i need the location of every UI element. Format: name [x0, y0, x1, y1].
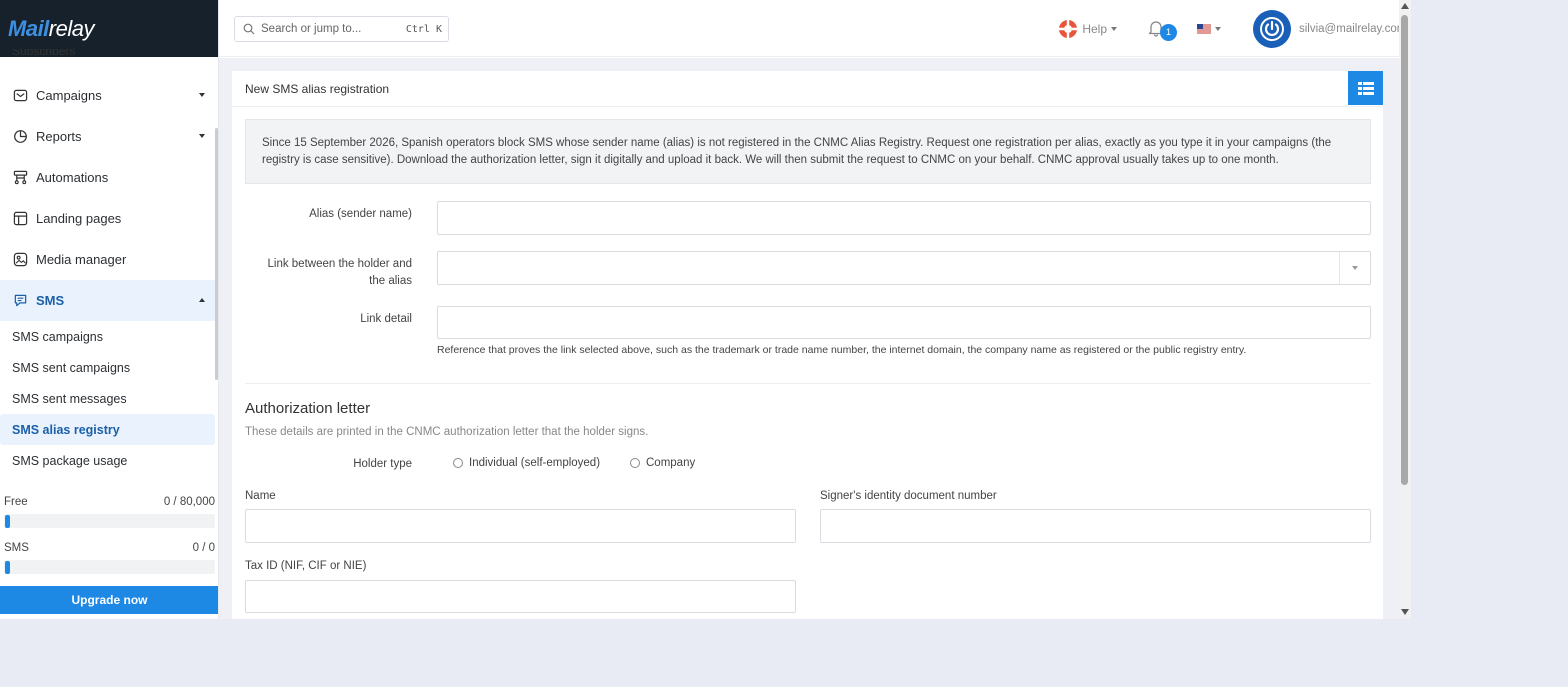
- scrollbar-thumb[interactable]: [1401, 15, 1408, 485]
- pie-chart-icon: [12, 129, 28, 145]
- registry-notice: Since 15 September 2026, Spanish operato…: [245, 119, 1371, 184]
- list-icon: [1357, 81, 1374, 95]
- mailrelay-logo[interactable]: Mailrelay: [8, 16, 94, 42]
- sidebar-item-subscribers-clipped[interactable]: Subscribers: [12, 49, 75, 61]
- sidebar-scrollbar[interactable]: [215, 128, 218, 380]
- upgrade-now-button[interactable]: Upgrade now: [0, 586, 218, 614]
- name-label: Name: [245, 490, 276, 502]
- sidebar-item-campaigns[interactable]: Campaigns: [0, 75, 218, 116]
- page-scrollbar[interactable]: [1399, 0, 1411, 619]
- scroll-down-arrow-icon[interactable]: [1401, 609, 1409, 615]
- topbar-actions: Help 1 silvia@mailrelay.com: [1058, 10, 1399, 48]
- search-shortcut: Ctrl K: [405, 23, 442, 35]
- authorization-letter-title: Authorization letter: [245, 400, 371, 417]
- quota-sms: SMS 0 / 0: [0, 542, 218, 574]
- sidebar-subitem-sms-campaigns[interactable]: SMS campaigns: [0, 321, 218, 352]
- us-flag-icon: [1197, 24, 1211, 34]
- chat-icon: [12, 293, 28, 309]
- list-view-button[interactable]: [1348, 71, 1383, 105]
- quota-progress-bar: [4, 560, 215, 574]
- radio-circle: [453, 458, 463, 468]
- sidebar-subitem-sms-sent-campaigns[interactable]: SMS sent campaigns: [0, 352, 218, 383]
- quota-progress-bar: [4, 514, 215, 528]
- image-icon: [12, 252, 28, 268]
- page-title: New SMS alias registration: [232, 71, 1383, 107]
- chevron-down-icon: [1339, 252, 1370, 284]
- signer-id-label: Signer's identity document number: [820, 490, 997, 502]
- lifebuoy-icon: [1058, 19, 1078, 39]
- link-detail-input[interactable]: [437, 306, 1371, 339]
- avatar[interactable]: [1253, 10, 1291, 48]
- power-icon: [1258, 15, 1286, 43]
- scroll-up-arrow-icon[interactable]: [1401, 3, 1409, 9]
- alias-label: Alias (sender name): [309, 208, 412, 220]
- language-selector[interactable]: [1197, 24, 1221, 34]
- link-detail-hint: Reference that proves the link selected …: [437, 344, 1247, 356]
- sidebar-nav: Campaigns Reports Automations Landing pa…: [0, 75, 218, 476]
- sidebar-item-reports[interactable]: Reports: [0, 116, 218, 157]
- tax-id-label: Tax ID (NIF, CIF or NIE): [245, 560, 367, 572]
- radio-circle: [630, 458, 640, 468]
- search-icon: [243, 23, 255, 35]
- chevron-down-icon: [199, 134, 205, 138]
- quota-free: Free 0 / 80,000: [0, 496, 218, 528]
- holder-type-label: Holder type: [353, 458, 412, 470]
- link-select[interactable]: [437, 251, 1371, 285]
- sidebar-item-automations[interactable]: Automations: [0, 157, 218, 198]
- layout-icon: [12, 211, 28, 227]
- sidebar-subitem-sms-package-usage[interactable]: SMS package usage: [0, 445, 218, 476]
- help-menu[interactable]: Help: [1058, 19, 1117, 39]
- link-detail-label: Link detail: [360, 313, 412, 325]
- sidebar-item-media-manager[interactable]: Media manager: [0, 239, 218, 280]
- link-label: Link between the holder and the alias: [267, 258, 413, 287]
- holder-type-company-radio[interactable]: Company: [630, 457, 695, 469]
- alias-input[interactable]: [437, 201, 1371, 235]
- alias-registration-card: New SMS alias registration Since 15 Sept…: [232, 71, 1383, 619]
- notifications-button[interactable]: 1: [1147, 19, 1177, 41]
- sidebar-subitem-sms-alias-registry[interactable]: SMS alias registry: [0, 414, 215, 445]
- search-input[interactable]: Search or jump to... Ctrl K: [234, 16, 449, 42]
- tax-id-input[interactable]: [245, 580, 796, 613]
- sidebar-item-sms[interactable]: SMS: [0, 280, 218, 321]
- flow-icon: [12, 170, 28, 186]
- app-window: Mailrelay Subscribers Campaigns Reports: [0, 0, 1411, 619]
- chevron-down-icon: [1111, 27, 1117, 31]
- name-input[interactable]: [245, 509, 796, 543]
- signer-id-input[interactable]: [820, 509, 1371, 543]
- chevron-down-icon: [1215, 27, 1221, 31]
- sidebar: Mailrelay Subscribers Campaigns Reports: [0, 0, 219, 619]
- notifications-badge: 1: [1160, 23, 1177, 41]
- authorization-letter-subtitle: These details are printed in the CNMC au…: [245, 426, 649, 438]
- topbar: Search or jump to... Ctrl K Help 1 silvi…: [219, 0, 1399, 57]
- holder-type-individual-radio[interactable]: Individual (self-employed): [453, 457, 600, 469]
- quota-progress-fill: [5, 515, 10, 528]
- chevron-down-icon: [199, 93, 205, 97]
- sidebar-item-landing-pages[interactable]: Landing pages: [0, 198, 218, 239]
- chevron-up-icon: [199, 298, 205, 302]
- user-email[interactable]: silvia@mailrelay.com: [1299, 23, 1399, 35]
- envelope-icon: [12, 88, 28, 104]
- sidebar-subitem-sms-sent-messages[interactable]: SMS sent messages: [0, 383, 218, 414]
- section-divider: [245, 383, 1371, 384]
- quota-progress-fill: [5, 561, 10, 574]
